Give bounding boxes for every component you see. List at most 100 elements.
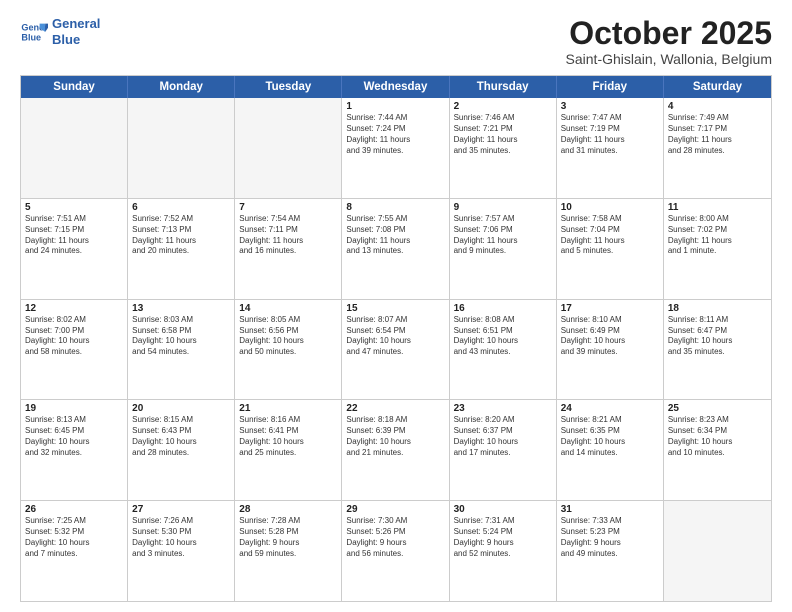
cell-text: Sunrise: 7:54 AM Sunset: 7:11 PM Dayligh… [239,214,337,257]
day-number: 25 [668,403,767,414]
cell-text: Sunrise: 8:16 AM Sunset: 6:41 PM Dayligh… [239,415,337,458]
day-number: 21 [239,403,337,414]
cell-text: Sunrise: 7:49 AM Sunset: 7:17 PM Dayligh… [668,113,767,156]
cell-text: Sunrise: 8:02 AM Sunset: 7:00 PM Dayligh… [25,315,123,358]
cell-text: Sunrise: 8:18 AM Sunset: 6:39 PM Dayligh… [346,415,444,458]
cell-text: Sunrise: 7:55 AM Sunset: 7:08 PM Dayligh… [346,214,444,257]
calendar-row: 19Sunrise: 8:13 AM Sunset: 6:45 PM Dayli… [21,400,771,501]
calendar-header-cell: Thursday [450,76,557,98]
cell-text: Sunrise: 7:26 AM Sunset: 5:30 PM Dayligh… [132,516,230,559]
cell-text: Sunrise: 8:05 AM Sunset: 6:56 PM Dayligh… [239,315,337,358]
calendar-row: 5Sunrise: 7:51 AM Sunset: 7:15 PM Daylig… [21,199,771,300]
calendar-cell: 30Sunrise: 7:31 AM Sunset: 5:24 PM Dayli… [450,501,557,601]
day-number: 4 [668,101,767,112]
calendar-cell: 2Sunrise: 7:46 AM Sunset: 7:21 PM Daylig… [450,98,557,198]
cell-text: Sunrise: 7:57 AM Sunset: 7:06 PM Dayligh… [454,214,552,257]
day-number: 6 [132,202,230,213]
calendar-cell [235,98,342,198]
calendar-header-cell: Friday [557,76,664,98]
cell-text: Sunrise: 7:31 AM Sunset: 5:24 PM Dayligh… [454,516,552,559]
calendar-header: SundayMondayTuesdayWednesdayThursdayFrid… [21,76,771,98]
calendar-cell: 17Sunrise: 8:10 AM Sunset: 6:49 PM Dayli… [557,300,664,400]
calendar-cell [21,98,128,198]
month-title: October 2025 [566,16,772,51]
calendar-cell: 4Sunrise: 7:49 AM Sunset: 7:17 PM Daylig… [664,98,771,198]
header: General Blue General Blue October 2025 S… [20,16,772,67]
cell-text: Sunrise: 8:10 AM Sunset: 6:49 PM Dayligh… [561,315,659,358]
day-number: 5 [25,202,123,213]
day-number: 9 [454,202,552,213]
day-number: 24 [561,403,659,414]
day-number: 28 [239,504,337,515]
calendar-cell: 25Sunrise: 8:23 AM Sunset: 6:34 PM Dayli… [664,400,771,500]
calendar-cell: 15Sunrise: 8:07 AM Sunset: 6:54 PM Dayli… [342,300,449,400]
calendar-cell: 14Sunrise: 8:05 AM Sunset: 6:56 PM Dayli… [235,300,342,400]
calendar-cell: 27Sunrise: 7:26 AM Sunset: 5:30 PM Dayli… [128,501,235,601]
calendar-cell: 29Sunrise: 7:30 AM Sunset: 5:26 PM Dayli… [342,501,449,601]
calendar-cell: 20Sunrise: 8:15 AM Sunset: 6:43 PM Dayli… [128,400,235,500]
day-number: 26 [25,504,123,515]
calendar-body: 1Sunrise: 7:44 AM Sunset: 7:24 PM Daylig… [21,98,771,601]
day-number: 1 [346,101,444,112]
calendar-cell: 11Sunrise: 8:00 AM Sunset: 7:02 PM Dayli… [664,199,771,299]
calendar-cell [128,98,235,198]
cell-text: Sunrise: 7:25 AM Sunset: 5:32 PM Dayligh… [25,516,123,559]
calendar-cell: 21Sunrise: 8:16 AM Sunset: 6:41 PM Dayli… [235,400,342,500]
logo-icon: General Blue [20,18,48,46]
cell-text: Sunrise: 8:07 AM Sunset: 6:54 PM Dayligh… [346,315,444,358]
cell-text: Sunrise: 7:28 AM Sunset: 5:28 PM Dayligh… [239,516,337,559]
day-number: 20 [132,403,230,414]
calendar-cell: 6Sunrise: 7:52 AM Sunset: 7:13 PM Daylig… [128,199,235,299]
cell-text: Sunrise: 8:15 AM Sunset: 6:43 PM Dayligh… [132,415,230,458]
calendar-header-cell: Tuesday [235,76,342,98]
day-number: 16 [454,303,552,314]
cell-text: Sunrise: 8:20 AM Sunset: 6:37 PM Dayligh… [454,415,552,458]
calendar-cell: 18Sunrise: 8:11 AM Sunset: 6:47 PM Dayli… [664,300,771,400]
calendar-cell: 12Sunrise: 8:02 AM Sunset: 7:00 PM Dayli… [21,300,128,400]
calendar-row: 1Sunrise: 7:44 AM Sunset: 7:24 PM Daylig… [21,98,771,199]
day-number: 10 [561,202,659,213]
day-number: 29 [346,504,444,515]
calendar-cell: 26Sunrise: 7:25 AM Sunset: 5:32 PM Dayli… [21,501,128,601]
cell-text: Sunrise: 8:03 AM Sunset: 6:58 PM Dayligh… [132,315,230,358]
day-number: 19 [25,403,123,414]
logo-line2: Blue [52,32,100,48]
page: General Blue General Blue October 2025 S… [0,0,792,612]
calendar-cell: 8Sunrise: 7:55 AM Sunset: 7:08 PM Daylig… [342,199,449,299]
day-number: 11 [668,202,767,213]
cell-text: Sunrise: 8:00 AM Sunset: 7:02 PM Dayligh… [668,214,767,257]
calendar-header-cell: Wednesday [342,76,449,98]
logo: General Blue General Blue [20,16,100,47]
calendar-cell: 9Sunrise: 7:57 AM Sunset: 7:06 PM Daylig… [450,199,557,299]
calendar: SundayMondayTuesdayWednesdayThursdayFrid… [20,75,772,602]
calendar-header-cell: Sunday [21,76,128,98]
cell-text: Sunrise: 7:51 AM Sunset: 7:15 PM Dayligh… [25,214,123,257]
calendar-row: 26Sunrise: 7:25 AM Sunset: 5:32 PM Dayli… [21,501,771,601]
day-number: 13 [132,303,230,314]
cell-text: Sunrise: 7:46 AM Sunset: 7:21 PM Dayligh… [454,113,552,156]
calendar-cell: 28Sunrise: 7:28 AM Sunset: 5:28 PM Dayli… [235,501,342,601]
cell-text: Sunrise: 8:13 AM Sunset: 6:45 PM Dayligh… [25,415,123,458]
calendar-cell: 19Sunrise: 8:13 AM Sunset: 6:45 PM Dayli… [21,400,128,500]
day-number: 18 [668,303,767,314]
day-number: 23 [454,403,552,414]
cell-text: Sunrise: 8:11 AM Sunset: 6:47 PM Dayligh… [668,315,767,358]
calendar-cell: 1Sunrise: 7:44 AM Sunset: 7:24 PM Daylig… [342,98,449,198]
cell-text: Sunrise: 7:30 AM Sunset: 5:26 PM Dayligh… [346,516,444,559]
cell-text: Sunrise: 7:47 AM Sunset: 7:19 PM Dayligh… [561,113,659,156]
day-number: 15 [346,303,444,314]
cell-text: Sunrise: 7:44 AM Sunset: 7:24 PM Dayligh… [346,113,444,156]
calendar-cell: 5Sunrise: 7:51 AM Sunset: 7:15 PM Daylig… [21,199,128,299]
calendar-cell: 7Sunrise: 7:54 AM Sunset: 7:11 PM Daylig… [235,199,342,299]
day-number: 27 [132,504,230,515]
cell-text: Sunrise: 7:33 AM Sunset: 5:23 PM Dayligh… [561,516,659,559]
svg-text:Blue: Blue [21,32,41,42]
calendar-cell: 10Sunrise: 7:58 AM Sunset: 7:04 PM Dayli… [557,199,664,299]
day-number: 2 [454,101,552,112]
calendar-cell: 22Sunrise: 8:18 AM Sunset: 6:39 PM Dayli… [342,400,449,500]
calendar-row: 12Sunrise: 8:02 AM Sunset: 7:00 PM Dayli… [21,300,771,401]
cell-text: Sunrise: 8:21 AM Sunset: 6:35 PM Dayligh… [561,415,659,458]
day-number: 22 [346,403,444,414]
subtitle: Saint-Ghislain, Wallonia, Belgium [566,51,772,67]
logo-line1: General [52,16,100,32]
